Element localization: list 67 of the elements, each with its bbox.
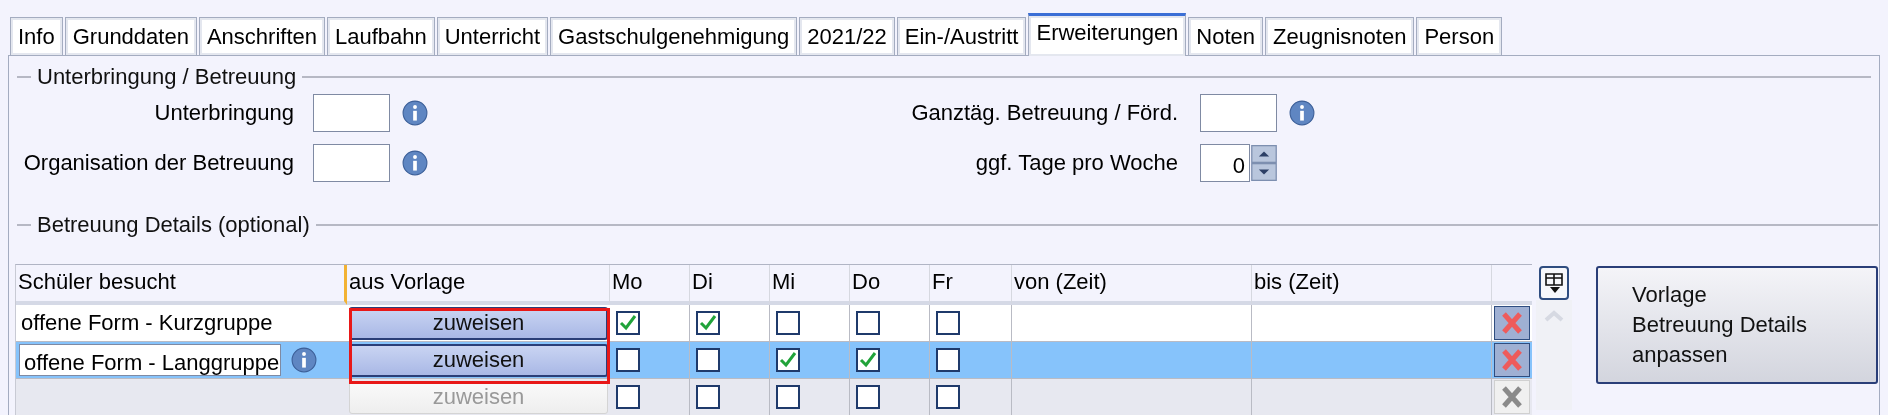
- checkbox[interactable]: [936, 385, 960, 409]
- checkbox[interactable]: [616, 311, 640, 335]
- delete-button[interactable]: [1493, 343, 1531, 377]
- checkbox[interactable]: [776, 311, 800, 335]
- checkbox[interactable]: [696, 348, 720, 372]
- checkbox[interactable]: [856, 311, 880, 335]
- input-field[interactable]: offene Form - Langgruppe: [19, 344, 281, 376]
- field-label: Organisation der Betreuung: [22, 150, 295, 176]
- tab[interactable]: Person: [1416, 17, 1503, 55]
- column-header[interactable]: Do: [850, 265, 930, 305]
- column-header[interactable]: bis (Zeit): [1252, 265, 1492, 305]
- column-header[interactable]: von (Zeit): [1012, 265, 1252, 305]
- tab[interactable]: Ein-/Austritt: [896, 17, 1027, 55]
- info-icon[interactable]: [402, 100, 428, 126]
- field-label: Unterbringung: [153, 100, 295, 126]
- tab[interactable]: Erweiterungen: [1028, 13, 1187, 56]
- delete-icon[interactable]: [1493, 380, 1531, 414]
- tab[interactable]: Unterricht: [436, 17, 549, 55]
- column-header[interactable]: Mi: [770, 265, 850, 305]
- column-chooser-icon[interactable]: [1539, 266, 1569, 300]
- column-header[interactable]: Schüler besucht: [16, 265, 347, 305]
- number-field[interactable]: 0: [1200, 144, 1250, 182]
- spin-up-icon[interactable]: [1250, 145, 1278, 163]
- group-legend: Unterbringung / Betreuung: [31, 64, 303, 90]
- table-cell[interactable]: [1012, 379, 1252, 415]
- checkbox[interactable]: [936, 311, 960, 335]
- field-label: ggf. Tage pro Woche: [974, 150, 1179, 176]
- checkbox[interactable]: [616, 348, 640, 372]
- input-field[interactable]: [313, 144, 390, 182]
- input-field[interactable]: [1200, 94, 1277, 132]
- spin-down-icon[interactable]: [1250, 163, 1278, 181]
- table-cell[interactable]: [1012, 305, 1252, 342]
- column-header[interactable]: Fr: [930, 265, 1012, 305]
- scrollbar[interactable]: [1536, 300, 1572, 410]
- table-cell[interactable]: [1252, 305, 1492, 342]
- field-label: Ganztäg. Betreuung / Förd.: [910, 100, 1179, 126]
- checkbox[interactable]: [696, 311, 720, 335]
- tab[interactable]: Info: [10, 17, 63, 55]
- info-icon[interactable]: [1289, 100, 1315, 126]
- tab[interactable]: 2021/22: [799, 17, 895, 55]
- table-cell[interactable]: [1252, 342, 1492, 379]
- column-header[interactable]: Di: [690, 265, 770, 305]
- tab[interactable]: Zeugnisnoten: [1265, 17, 1415, 55]
- assign-button[interactable]: zuweisen: [349, 343, 608, 377]
- checkbox[interactable]: [696, 385, 720, 409]
- checkbox[interactable]: [936, 348, 960, 372]
- delete-button[interactable]: [1493, 306, 1531, 340]
- checkbox[interactable]: [776, 385, 800, 409]
- checkbox[interactable]: [856, 385, 880, 409]
- template-button[interactable]: Vorlage Betreuung Details anpassen: [1596, 266, 1878, 384]
- group-legend: Betreuung Details (optional): [31, 212, 316, 238]
- column-header[interactable]: Mo: [610, 265, 690, 305]
- input-field[interactable]: [313, 94, 390, 132]
- checkbox[interactable]: [616, 385, 640, 409]
- checkbox[interactable]: [776, 348, 800, 372]
- column-header[interactable]: aus Vorlage: [347, 265, 610, 305]
- info-icon[interactable]: [291, 347, 317, 373]
- table-cell[interactable]: [1252, 379, 1492, 415]
- table-cell[interactable]: [1012, 342, 1252, 379]
- table-cell-text: offene Form - Kurzgruppe: [20, 310, 273, 336]
- tab[interactable]: Noten: [1188, 17, 1264, 55]
- tab[interactable]: Grunddaten: [64, 17, 197, 55]
- tab[interactable]: Anschriften: [198, 17, 325, 55]
- checkbox[interactable]: [856, 348, 880, 372]
- tab[interactable]: Gastschulgenehmigung: [550, 17, 798, 55]
- tab[interactable]: Laufbahn: [326, 17, 435, 55]
- info-icon[interactable]: [402, 150, 428, 176]
